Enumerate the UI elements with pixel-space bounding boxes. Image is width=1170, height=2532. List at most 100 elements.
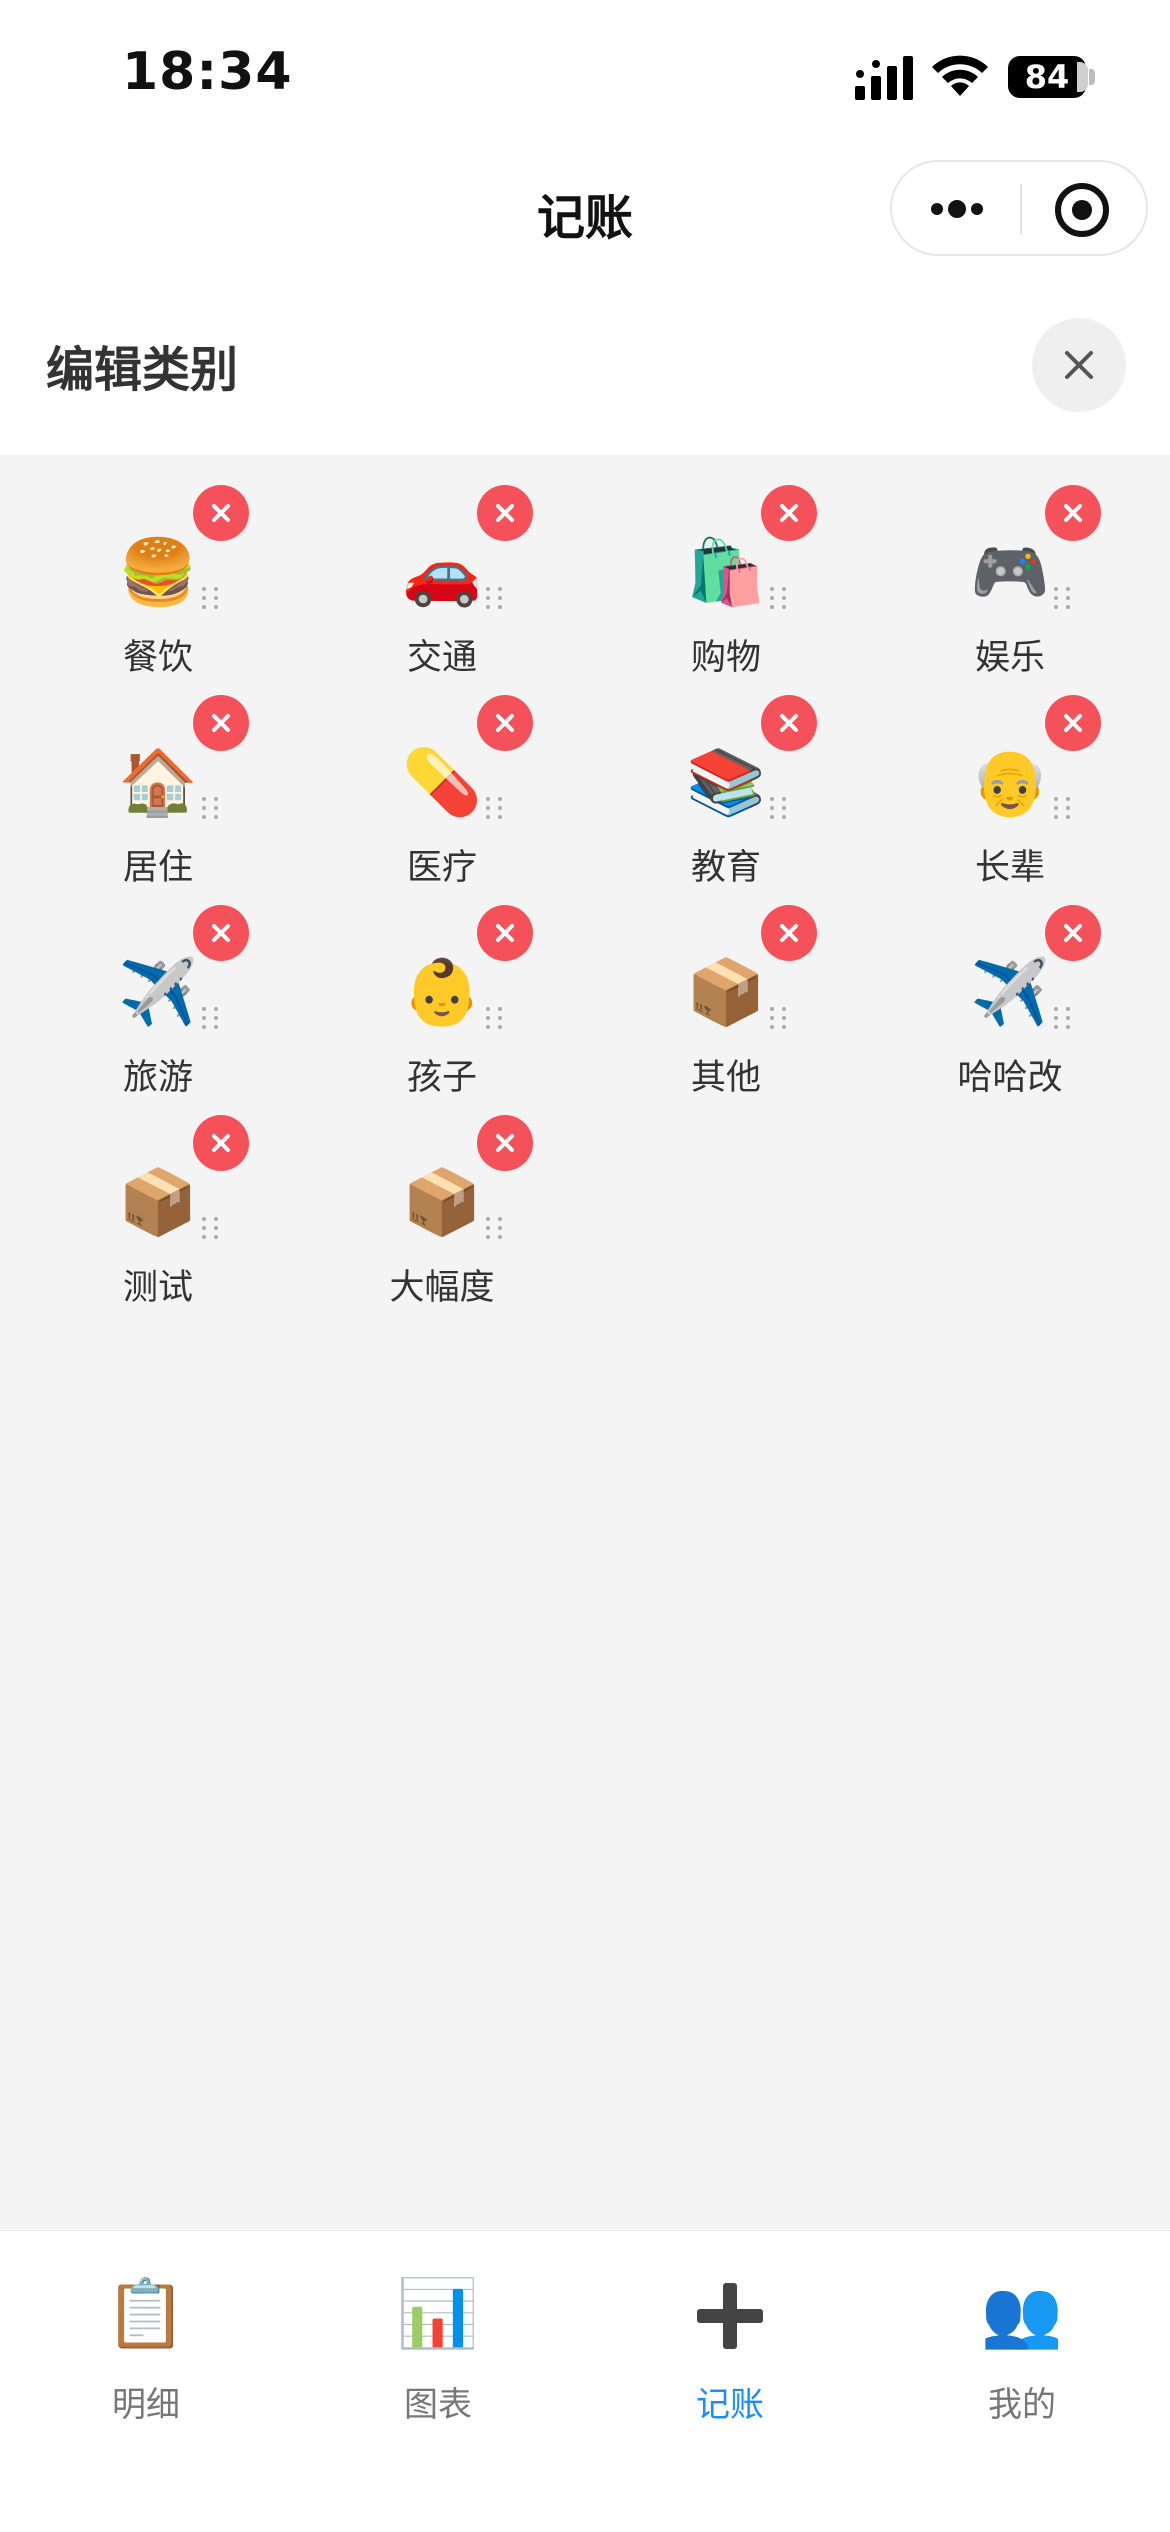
category-icon: 🚗 — [402, 536, 482, 610]
delete-category-button[interactable] — [193, 1115, 249, 1171]
battery-icon: 84 — [1008, 56, 1095, 98]
category-label: 交通 — [406, 638, 477, 678]
close-icon — [1064, 714, 1082, 732]
category-item[interactable]: 🎮 娱乐 — [868, 475, 1152, 685]
plus-icon — [697, 2283, 763, 2349]
delete-category-button[interactable] — [477, 695, 533, 751]
delete-category-button[interactable] — [761, 695, 817, 751]
category-icon: 📦 — [402, 1166, 482, 1240]
tab-label: 明细 — [112, 2385, 180, 2425]
category-label: 测试 — [122, 1268, 193, 1308]
category-icon: 🍔 — [118, 536, 198, 610]
close-icon — [496, 714, 514, 732]
category-item[interactable]: 📦 测试 — [16, 1105, 300, 1315]
category-item[interactable]: 📦 其他 — [584, 895, 868, 1105]
delete-category-button[interactable] — [193, 485, 249, 541]
delete-category-button[interactable] — [761, 485, 817, 541]
close-panel-button[interactable] — [1032, 318, 1126, 412]
delete-category-button[interactable] — [1045, 695, 1101, 751]
close-icon — [212, 924, 230, 942]
close-icon — [212, 714, 230, 732]
close-icon — [1065, 351, 1093, 379]
cellular-signal-icon — [855, 56, 913, 100]
category-item[interactable]: 📚 教育 — [584, 685, 868, 895]
category-icon: 👴 — [970, 746, 1050, 820]
category-icon: ✈️ — [118, 956, 198, 1030]
battery-percentage: 84 — [1024, 58, 1070, 96]
drag-handle-icon[interactable] — [1050, 585, 1074, 611]
delete-category-button[interactable] — [193, 695, 249, 751]
drag-handle-icon[interactable] — [482, 1215, 506, 1241]
delete-category-button[interactable] — [477, 1115, 533, 1171]
drag-handle-icon[interactable] — [198, 1215, 222, 1241]
category-item[interactable]: 🍔 餐饮 — [16, 475, 300, 685]
panel-title: 编辑类别 — [46, 342, 239, 398]
category-icon: 🎮 — [970, 536, 1050, 610]
category-icon: 🏠 — [118, 746, 198, 820]
category-label: 教育 — [690, 848, 761, 888]
wifi-icon — [932, 55, 988, 96]
close-icon — [496, 1134, 514, 1152]
close-mini-program-icon[interactable] — [1052, 180, 1112, 240]
category-item[interactable]: 👴 长辈 — [868, 685, 1152, 895]
close-icon — [496, 504, 514, 522]
close-icon — [1064, 504, 1082, 522]
edit-category-header: 编辑类别 — [0, 270, 1170, 455]
status-bar: 18:34 84 — [0, 0, 1170, 150]
drag-handle-icon[interactable] — [766, 1005, 790, 1031]
category-item[interactable]: 💊 医疗 — [300, 685, 584, 895]
category-icon: 📦 — [118, 1166, 198, 1240]
close-icon — [212, 1134, 230, 1152]
category-label: 餐饮 — [122, 638, 193, 678]
drag-handle-icon[interactable] — [482, 1005, 506, 1031]
users-icon: 👥 — [980, 2275, 1064, 2352]
tab-mine[interactable]: 👥 我的 — [876, 2269, 1168, 2439]
category-label: 娱乐 — [974, 638, 1045, 678]
category-grid: 🍔 餐饮 🚗 交通 🛍️ 购物 🎮 娱乐 🏠 居住 💊 医疗 📚 教育 👴 长辈 ✈️ 旅游 👶 孩子 📦 其他 ✈️ 哈哈改… — [0, 455, 1170, 2230]
drag-handle-icon[interactable] — [198, 795, 222, 821]
category-item[interactable]: 🛍️ 购物 — [584, 475, 868, 685]
category-item[interactable]: ✈️ 旅游 — [16, 895, 300, 1105]
tab-bar: 📋 明细 📊 图表 记账 👥 我的 — [0, 2230, 1170, 2532]
close-icon — [780, 924, 798, 942]
category-label: 医疗 — [406, 848, 477, 888]
drag-handle-icon[interactable] — [482, 795, 506, 821]
category-icon: 👶 — [402, 956, 482, 1030]
category-item[interactable]: 📦 大幅度 — [300, 1105, 584, 1315]
drag-handle-icon[interactable] — [482, 585, 506, 611]
drag-handle-icon[interactable] — [1050, 1005, 1074, 1031]
category-icon: 🛍️ — [686, 536, 766, 610]
battery-cap — [1089, 69, 1095, 85]
drag-handle-icon[interactable] — [766, 795, 790, 821]
tab-charts[interactable]: 📊 图表 — [292, 2269, 584, 2439]
delete-category-button[interactable] — [1045, 485, 1101, 541]
category-label: 长辈 — [974, 848, 1045, 888]
more-options-icon[interactable] — [926, 182, 988, 236]
nav-bar: 记账 — [0, 150, 1170, 270]
category-icon: ✈️ — [970, 956, 1050, 1030]
drag-handle-icon[interactable] — [198, 585, 222, 611]
category-item[interactable]: 🏠 居住 — [16, 685, 300, 895]
delete-category-button[interactable] — [761, 905, 817, 961]
tab-details[interactable]: 📋 明细 — [0, 2269, 292, 2439]
drag-handle-icon[interactable] — [198, 1005, 222, 1031]
bar-chart-icon: 📊 — [396, 2275, 480, 2352]
drag-handle-icon[interactable] — [766, 585, 790, 611]
category-item[interactable]: 🚗 交通 — [300, 475, 584, 685]
delete-category-button[interactable] — [477, 905, 533, 961]
close-icon — [212, 504, 230, 522]
tab-record[interactable]: 记账 — [584, 2269, 876, 2439]
tab-label: 记账 — [696, 2385, 764, 2425]
category-item[interactable]: ✈️ 哈哈改 — [868, 895, 1152, 1105]
category-icon: 📚 — [686, 746, 766, 820]
delete-category-button[interactable] — [193, 905, 249, 961]
delete-category-button[interactable] — [1045, 905, 1101, 961]
drag-handle-icon[interactable] — [1050, 795, 1074, 821]
tab-label: 我的 — [988, 2385, 1056, 2425]
category-icon: 💊 — [402, 746, 482, 820]
close-icon — [496, 924, 514, 942]
delete-category-button[interactable] — [477, 485, 533, 541]
category-item[interactable]: 👶 孩子 — [300, 895, 584, 1105]
close-icon — [780, 504, 798, 522]
screen: 18:34 84 记账 编辑类别 🍔 餐饮 🚗 交通 🛍️ 购物 🎮 娱乐 🏠 … — [0, 0, 1170, 2532]
